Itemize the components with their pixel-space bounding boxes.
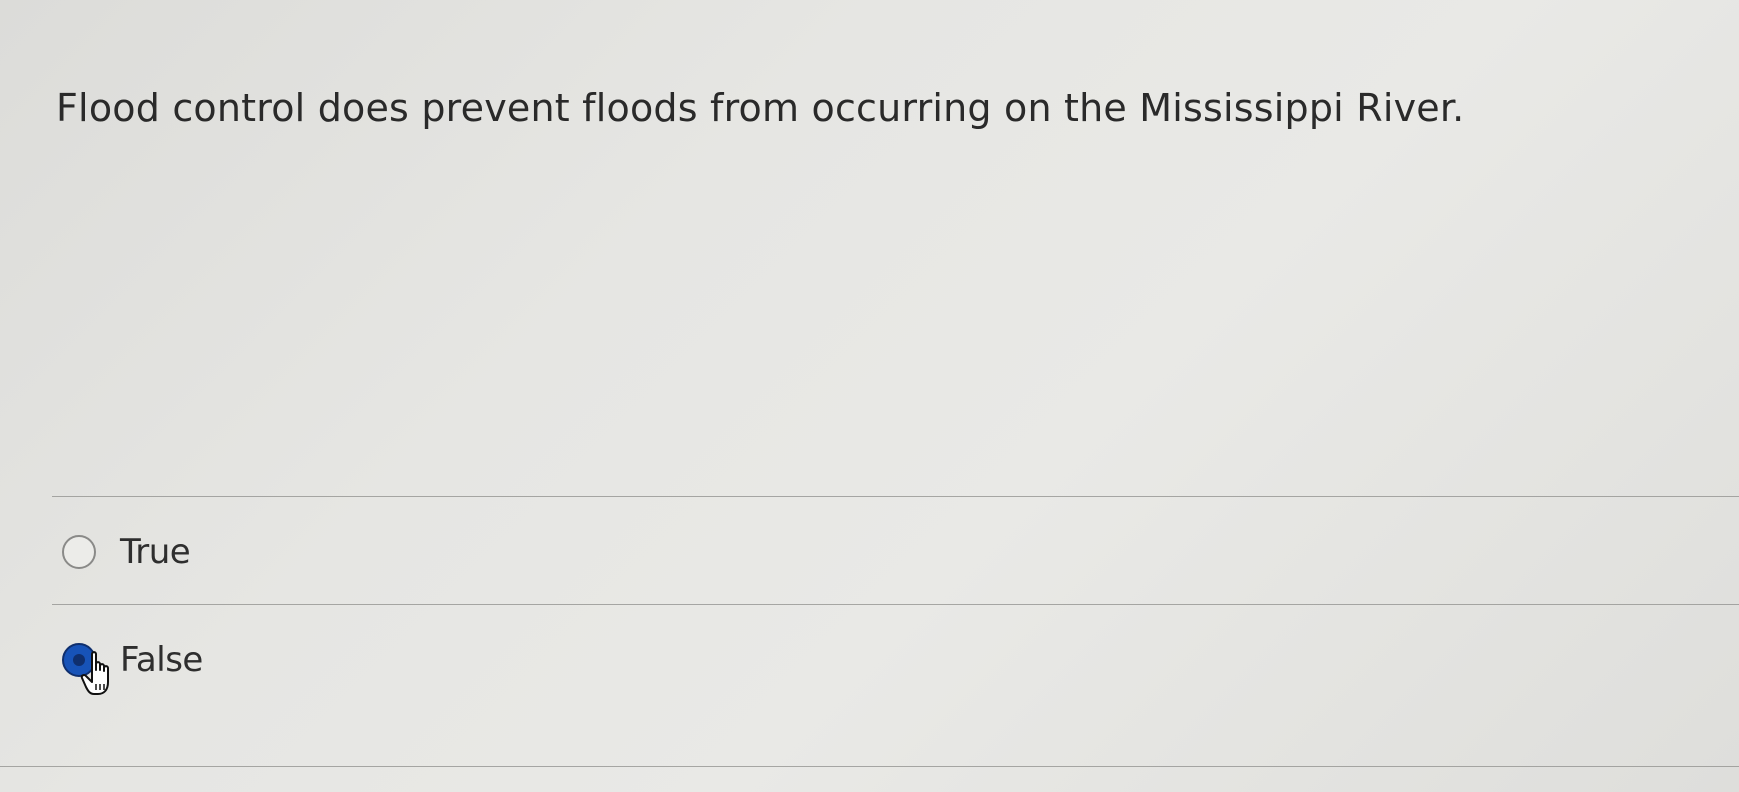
- radio-button-true[interactable]: [62, 535, 96, 569]
- divider: [52, 604, 1739, 605]
- question-text: Flood control does prevent floods from o…: [56, 86, 1465, 130]
- radio-button-false[interactable]: [62, 643, 96, 677]
- option-true[interactable]: True: [62, 527, 191, 577]
- divider: [0, 766, 1739, 767]
- option-false[interactable]: False: [62, 635, 203, 685]
- option-label-true: True: [120, 532, 191, 572]
- divider: [52, 496, 1739, 497]
- option-label-false: False: [120, 640, 203, 680]
